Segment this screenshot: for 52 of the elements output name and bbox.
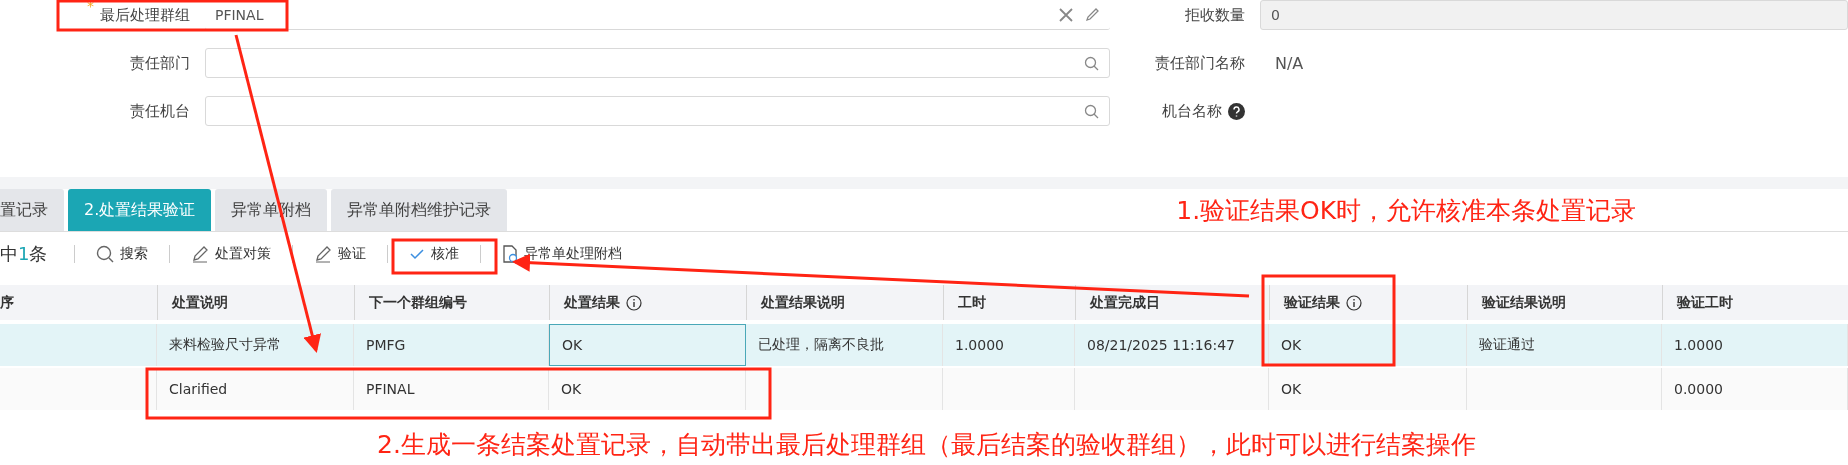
table-cell: PFINAL bbox=[354, 368, 549, 410]
column-header: 验证结果 bbox=[1269, 285, 1467, 320]
table-cell: OK bbox=[549, 324, 746, 366]
table-cell: 验证通过 bbox=[1467, 324, 1662, 366]
search-icon bbox=[96, 244, 115, 263]
annotation-text: 2.生成一条结案处置记录，自动带出最后处理群组（最后结案的验收群组），此时可以进行结案操作 bbox=[377, 429, 1477, 461]
field-label: 机台名称 bbox=[1162, 101, 1222, 121]
readonly-field: 0 bbox=[1260, 0, 1848, 30]
column-header: 处置说明 bbox=[157, 285, 354, 320]
table-cell: 0.0000 bbox=[1662, 368, 1848, 410]
pencil-icon bbox=[191, 244, 210, 263]
toolbar-button[interactable]: 搜索 bbox=[75, 244, 170, 263]
column-header: 处置结果 bbox=[549, 285, 746, 320]
toolbar-button[interactable]: 处置对策 bbox=[170, 244, 293, 263]
column-header: 工时 bbox=[943, 285, 1075, 320]
column-header: 处置结果说明 bbox=[746, 285, 943, 320]
selection-count: 中 1条 bbox=[0, 241, 49, 266]
field-label: 最后处理群组 bbox=[100, 5, 190, 25]
pencil-icon bbox=[314, 244, 333, 263]
tab[interactable]: 异常单附档维护记录 bbox=[331, 189, 508, 231]
column-header: 序 bbox=[0, 285, 157, 320]
column-header: 验证工时 bbox=[1662, 285, 1848, 320]
table-cell: 1.0000 bbox=[943, 324, 1075, 366]
table-cell: PMFG bbox=[354, 324, 549, 366]
tab[interactable]: 置记录 bbox=[0, 189, 64, 231]
search-icon[interactable] bbox=[1084, 103, 1099, 119]
table-cell: 1.0000 bbox=[1662, 324, 1848, 366]
table-cell: 08/21/2025 11:16:47 bbox=[1075, 324, 1269, 366]
table-cell: OK bbox=[549, 368, 746, 410]
pencil-icon[interactable] bbox=[1085, 7, 1100, 22]
close-icon[interactable] bbox=[1059, 7, 1073, 22]
input-field[interactable] bbox=[205, 96, 1110, 126]
field-label: 责任机台 bbox=[130, 101, 190, 121]
table-cell: Clarified bbox=[157, 368, 354, 410]
annotation-text: 1.验证结果OK时，允许核准本条处置记录 bbox=[1176, 194, 1637, 227]
table-cell: OK bbox=[1269, 368, 1467, 410]
input-field[interactable] bbox=[205, 48, 1110, 78]
column-header: 下一个群组编号 bbox=[354, 285, 549, 320]
table-cell: 来料检验尺寸异常 bbox=[157, 324, 354, 366]
table-cell: OK bbox=[1269, 324, 1467, 366]
search-icon[interactable] bbox=[1084, 55, 1099, 71]
table-cell: 已处理，隔离不良批 bbox=[746, 324, 943, 366]
toolbar-button[interactable]: 验证 bbox=[293, 244, 388, 263]
column-header: 验证结果说明 bbox=[1467, 285, 1662, 320]
column-header: 处置完成日 bbox=[1075, 285, 1269, 320]
field-label: 拒收数量 bbox=[1185, 5, 1245, 25]
field-value: N/A bbox=[1275, 52, 1305, 75]
toolbar-button[interactable]: 核准 bbox=[388, 244, 481, 263]
document-icon bbox=[502, 244, 519, 263]
help-icon[interactable] bbox=[1228, 102, 1245, 120]
field-label: 责任部门 bbox=[130, 53, 190, 73]
field-label: 责任部门名称 bbox=[1155, 53, 1245, 73]
